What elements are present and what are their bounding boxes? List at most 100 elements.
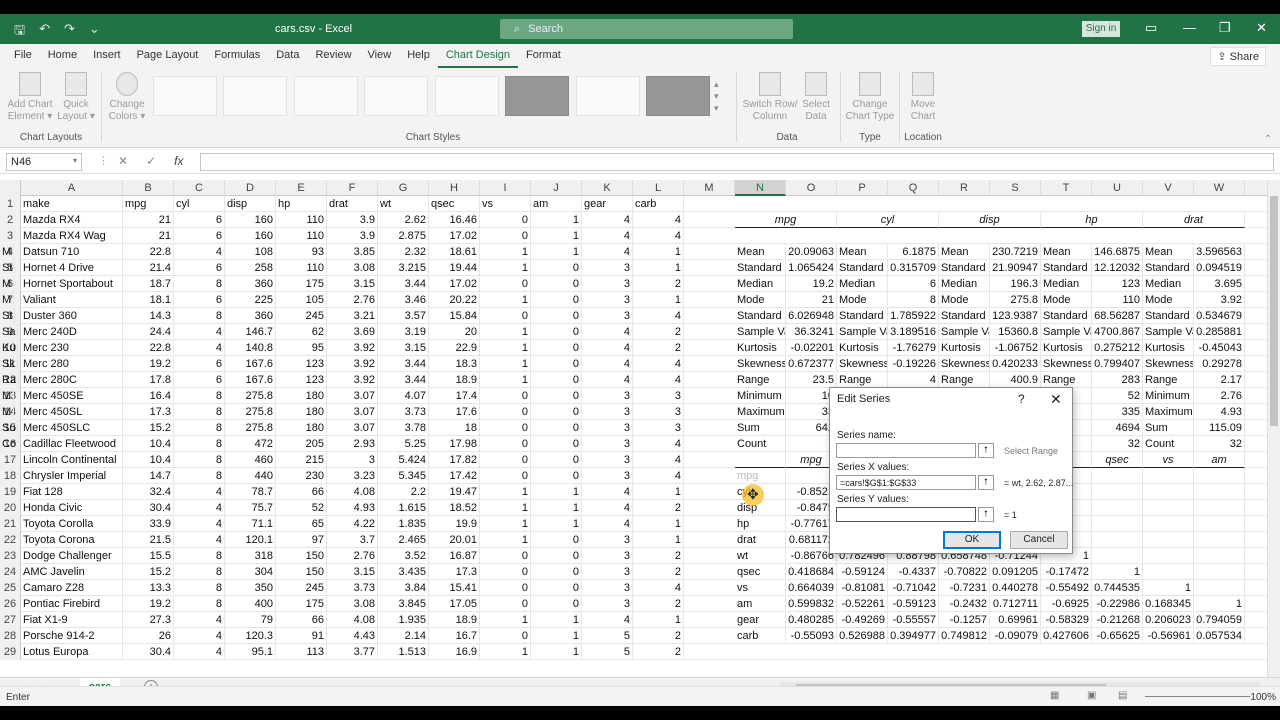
vertical-scrollbar[interactable] xyxy=(1267,180,1280,677)
cell[interactable]: 3.92 xyxy=(327,372,378,388)
cell[interactable]: 1 xyxy=(531,612,582,628)
row-header[interactable]: 3 xyxy=(0,228,21,244)
row-header[interactable]: 28 xyxy=(0,628,21,644)
cell[interactable]: vs xyxy=(735,580,786,596)
cell[interactable]: Standard E xyxy=(837,260,888,276)
cell[interactable]: 36.3241 xyxy=(786,324,837,340)
cell[interactable]: 3.69 xyxy=(327,324,378,340)
cell[interactable]: 4700.867 xyxy=(1092,324,1143,340)
cell[interactable]: Range xyxy=(1041,372,1092,388)
cell[interactable]: 3 xyxy=(582,260,633,276)
cell[interactable]: Camaro Z28 xyxy=(21,580,123,596)
series-name-input[interactable] xyxy=(836,443,976,458)
formula-input[interactable] xyxy=(200,153,1274,171)
enter-entry-icon[interactable]: ✓ xyxy=(146,154,156,168)
cell[interactable]: 3 xyxy=(633,404,684,420)
cell[interactable]: 245 xyxy=(276,580,327,596)
cell[interactable]: Honda Civic xyxy=(21,500,123,516)
cell[interactable]: Toyota Corona xyxy=(21,532,123,548)
cell[interactable]: 15.2 xyxy=(123,564,174,580)
cell[interactable]: 2.93 xyxy=(327,436,378,452)
cell[interactable]: 1 xyxy=(531,516,582,532)
cell[interactable]: 4 xyxy=(174,340,225,356)
cell[interactable]: 22.9 xyxy=(429,340,480,356)
cell[interactable]: 400 xyxy=(225,596,276,612)
cell[interactable]: 1 xyxy=(480,612,531,628)
cell[interactable]: 2.76 xyxy=(1194,388,1245,404)
cell[interactable]: 3.77 xyxy=(327,644,378,660)
row-header[interactable]: 26 xyxy=(0,596,21,612)
cell[interactable]: 16.4 xyxy=(123,388,174,404)
cell[interactable]: 17.3 xyxy=(429,564,480,580)
cell[interactable]: Standard E xyxy=(939,260,990,276)
cell[interactable]: Ku xyxy=(0,340,19,356)
undo-icon[interactable]: ↶ xyxy=(39,21,50,43)
cell[interactable]: 0.480285 xyxy=(786,612,837,628)
cell[interactable]: Kurtosis xyxy=(1143,340,1194,356)
cell[interactable]: 18.61 xyxy=(429,244,480,260)
cell[interactable]: 15.41 xyxy=(429,580,480,596)
cell[interactable]: Mean xyxy=(939,244,990,260)
cell[interactable]: -0.55492 xyxy=(1041,580,1092,596)
cell[interactable]: vs xyxy=(480,196,531,212)
row-header[interactable]: 22 xyxy=(0,532,21,548)
cell[interactable]: 24.4 xyxy=(123,324,174,340)
cell[interactable]: 175 xyxy=(276,596,327,612)
cell[interactable]: 3.9 xyxy=(327,228,378,244)
cell[interactable]: 225 xyxy=(225,292,276,308)
cell[interactable]: 16.46 xyxy=(429,212,480,228)
cell[interactable]: Minimum xyxy=(1143,388,1194,404)
cell[interactable]: 4 xyxy=(633,212,684,228)
cell[interactable]: 4 xyxy=(582,500,633,516)
cell[interactable]: 4 xyxy=(582,228,633,244)
cell[interactable]: 6 xyxy=(888,276,939,292)
cell[interactable]: 175 xyxy=(276,276,327,292)
cell[interactable]: 79 xyxy=(225,612,276,628)
cell[interactable]: 0 xyxy=(531,420,582,436)
cell[interactable]: 4 xyxy=(633,452,684,468)
cell[interactable]: carb xyxy=(633,196,684,212)
cell[interactable]: Ra xyxy=(0,372,20,388)
cell[interactable]: 4 xyxy=(633,436,684,452)
cell[interactable]: -0.17472 xyxy=(1041,564,1092,580)
cell[interactable]: 3.19 xyxy=(378,324,429,340)
cell[interactable]: 1 xyxy=(633,244,684,260)
chart-style-2[interactable] xyxy=(223,76,287,116)
cell[interactable]: 3 xyxy=(582,564,633,580)
cell[interactable]: 5.345 xyxy=(378,468,429,484)
cell[interactable]: qsec xyxy=(1092,452,1143,468)
cell[interactable]: 26 xyxy=(123,628,174,644)
close-dialog-icon[interactable]: ✕ xyxy=(1050,391,1062,408)
cell[interactable]: 0 xyxy=(531,388,582,404)
cell[interactable]: 18.3 xyxy=(429,356,480,372)
cell[interactable]: 1 xyxy=(1143,580,1194,596)
cell[interactable]: 460 xyxy=(225,452,276,468)
cell[interactable]: Skewness xyxy=(939,356,990,372)
cell[interactable]: 20.22 xyxy=(429,292,480,308)
cell[interactable]: 4 xyxy=(633,580,684,596)
cell[interactable]: 1.615 xyxy=(378,500,429,516)
cell[interactable]: 196.3 xyxy=(990,276,1041,292)
cell[interactable]: 4 xyxy=(888,372,939,388)
cell[interactable]: 15360.8 xyxy=(990,324,1041,340)
cell[interactable]: 6 xyxy=(174,212,225,228)
cell[interactable]: Sample Va xyxy=(1041,324,1092,340)
cell[interactable]: 0.091205 xyxy=(990,564,1041,580)
cell[interactable]: 1.835 xyxy=(378,516,429,532)
cell[interactable]: Sum xyxy=(1143,420,1194,436)
cell[interactable]: 3 xyxy=(582,468,633,484)
cell[interactable]: 18.1 xyxy=(123,292,174,308)
cell[interactable]: vs xyxy=(1143,452,1194,468)
row-header[interactable]: 19 xyxy=(0,484,21,500)
cell[interactable]: 20.01 xyxy=(429,532,480,548)
cell[interactable]: 360 xyxy=(225,276,276,292)
cell[interactable]: 19.47 xyxy=(429,484,480,500)
cell[interactable]: 0.794059 xyxy=(1194,612,1245,628)
cell[interactable]: St xyxy=(0,260,16,276)
cell[interactable]: 0 xyxy=(531,596,582,612)
cell[interactable] xyxy=(1194,500,1245,516)
cell[interactable]: M xyxy=(0,244,15,260)
cell[interactable]: 3.73 xyxy=(378,404,429,420)
cell[interactable]: 335 xyxy=(1092,404,1143,420)
sign-in-button[interactable]: Sign in xyxy=(1082,21,1120,37)
